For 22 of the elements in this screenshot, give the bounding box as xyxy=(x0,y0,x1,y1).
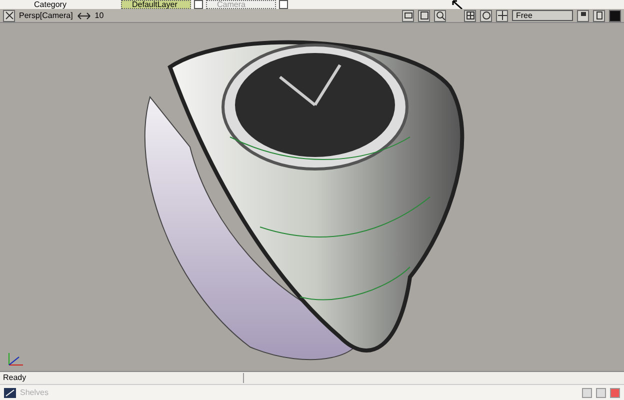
grid-icon[interactable] xyxy=(464,10,476,22)
minimize-button[interactable] xyxy=(582,388,592,398)
camera-label: Persp[Camera] xyxy=(19,10,73,20)
frame-icon[interactable] xyxy=(418,10,430,22)
zoom-icon[interactable] xyxy=(434,10,446,22)
field-button[interactable] xyxy=(279,0,288,9)
square-icon[interactable] xyxy=(593,10,605,22)
close-icon[interactable] xyxy=(3,10,15,22)
arrows-icon[interactable] xyxy=(76,12,91,20)
cursor-icon xyxy=(452,0,464,10)
fill-icon[interactable] xyxy=(609,10,621,22)
close-button[interactable] xyxy=(610,388,620,398)
shelf-title: Shelves xyxy=(20,388,48,397)
layer-field[interactable]: DefaultLayer xyxy=(121,0,191,9)
field-button[interactable] xyxy=(194,0,203,9)
category-label: Category xyxy=(33,0,68,9)
circle-icon[interactable] xyxy=(480,10,492,22)
step-value: 10 xyxy=(94,10,104,20)
mode-field[interactable]: Free xyxy=(512,10,573,21)
status-text: Ready xyxy=(3,373,244,383)
shelf-icon xyxy=(4,388,16,398)
maximize-button[interactable] xyxy=(596,388,606,398)
